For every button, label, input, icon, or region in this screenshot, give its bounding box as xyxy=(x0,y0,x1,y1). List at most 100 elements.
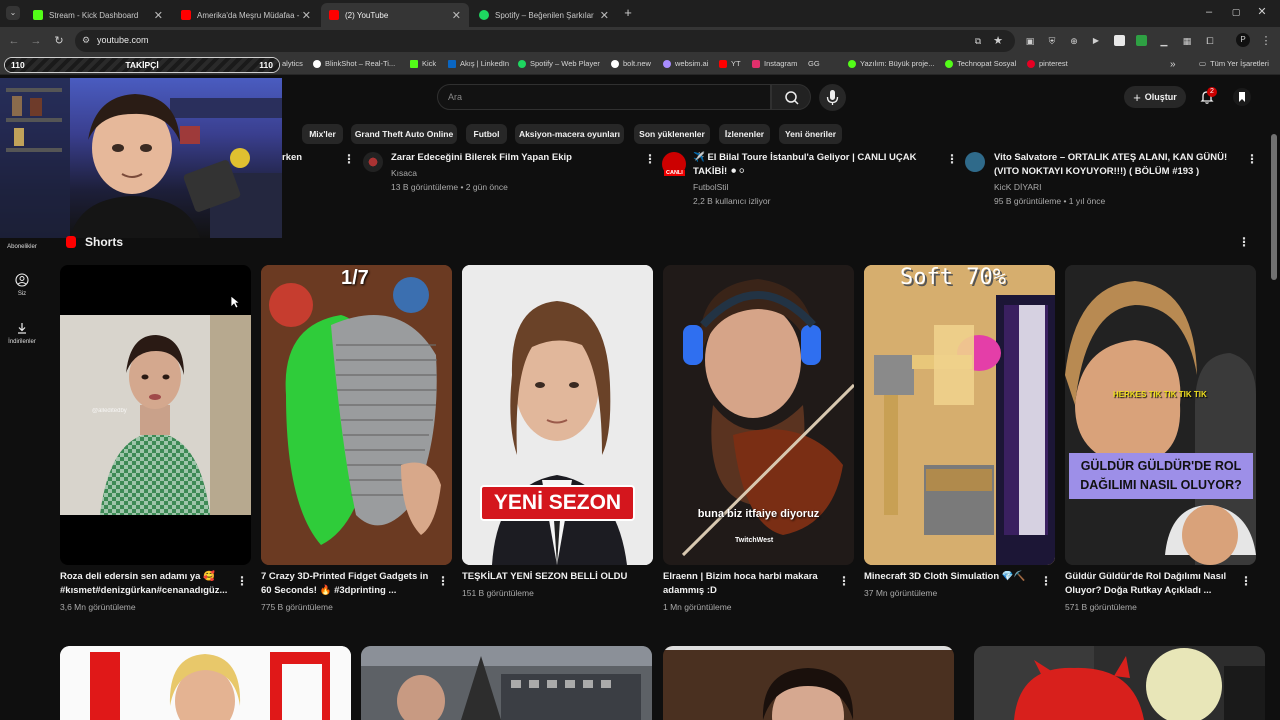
shield-icon[interactable]: ⛨ xyxy=(1046,34,1058,48)
chip-futbol[interactable]: Futbol xyxy=(466,124,507,144)
tab-kick-dashboard[interactable]: Stream - Kick Dashboard ✕ xyxy=(25,3,171,27)
video-thumbnail[interactable] xyxy=(361,646,652,720)
bookmark-bolt[interactable]: bolt.new xyxy=(611,59,651,68)
short-thumbnail[interactable]: 1/7 xyxy=(261,265,452,565)
create-button[interactable]: + Oluştur xyxy=(1124,86,1186,108)
video-thumbnail[interactable] xyxy=(974,646,1265,720)
bookmark-kick[interactable]: Kick xyxy=(410,59,436,68)
short-title[interactable]: Elraenn | Bizim hoca harbi makara adammı… xyxy=(663,570,833,598)
chip-gta-online[interactable]: Grand Theft Auto Online xyxy=(351,124,457,144)
video-thumbnail[interactable] xyxy=(60,646,351,720)
extension-icon[interactable]: ▣ xyxy=(1024,34,1036,48)
profile-icon[interactable]: P xyxy=(1236,33,1250,47)
chip-new-to-you[interactable]: Yeni öneriler xyxy=(779,124,842,144)
close-icon[interactable]: ✕ xyxy=(154,9,163,22)
sidebar-item-subscriptions[interactable]: Abonelikler xyxy=(0,238,44,250)
bookmark-websim[interactable]: websim.ai xyxy=(663,59,708,68)
avatar[interactable] xyxy=(1233,88,1251,106)
channel-avatar[interactable] xyxy=(965,152,985,172)
page-scrollbar[interactable] xyxy=(1271,134,1277,280)
short-thumbnail[interactable]: buna biz itfaiye diyoruz TwitchWest xyxy=(663,265,854,565)
channel-avatar[interactable] xyxy=(363,152,383,172)
bookmark-yazilim[interactable]: Yazılım: Büyük proje... xyxy=(848,59,934,68)
bookmark-gg[interactable]: GG xyxy=(808,59,820,68)
plus-icon[interactable]: + xyxy=(621,6,635,20)
video-title[interactable]: rken xyxy=(282,151,302,165)
short-title[interactable]: Güldür Güldür'de Rol Dağılımı Nasıl Oluy… xyxy=(1065,570,1235,598)
bookmark-linkedin[interactable]: Akış | LinkedIn xyxy=(448,59,509,68)
more-options-icon[interactable]: ⋮ xyxy=(838,575,850,587)
bookmark-yt[interactable]: YT xyxy=(719,59,741,68)
chip-partial[interactable]: rken xyxy=(262,124,288,144)
bookmark-pinterest[interactable]: pinterest xyxy=(1027,59,1068,68)
video-thumbnail[interactable] xyxy=(663,646,954,720)
extension-icon[interactable]: ⊕ xyxy=(1068,34,1080,48)
channel-name[interactable]: KicK DİYARI xyxy=(994,180,1042,194)
mouse-cursor-icon xyxy=(230,295,240,309)
bookmark-spotify[interactable]: Spotify – Web Player xyxy=(518,59,600,68)
search-input[interactable]: Ara xyxy=(437,84,771,110)
video-title[interactable]: ✈️ El Bilal Toure İstanbul'a Geliyor | C… xyxy=(693,151,933,179)
voice-search-button[interactable] xyxy=(819,84,846,111)
close-window-icon[interactable]: ✕ xyxy=(1255,5,1269,19)
bookmark-technopat[interactable]: Technopat Sosyal xyxy=(945,59,1016,68)
install-icon[interactable]: ⧉ xyxy=(972,34,984,48)
short-title[interactable]: Minecraft 3D Cloth Simulation 💎⛏️ xyxy=(864,570,1039,584)
puzzle-icon[interactable]: ⧠ xyxy=(1204,34,1216,48)
channel-name[interactable]: FutbolStil xyxy=(693,180,728,194)
chip-watched[interactable]: İzlenenler xyxy=(719,124,770,144)
extension-icon[interactable] xyxy=(1136,35,1147,46)
video-title[interactable]: Zarar Edeceğini Bilerek Film Yapan Ekip xyxy=(391,151,641,165)
short-thumbnail[interactable]: Soft 70% xyxy=(864,265,1055,565)
bookmarks-overflow-icon[interactable]: » xyxy=(1170,59,1176,70)
more-options-icon[interactable]: ⋮ xyxy=(343,153,355,165)
search-button[interactable] xyxy=(771,84,811,110)
more-options-icon[interactable]: ⋮ xyxy=(644,153,656,165)
tab-youtube-home[interactable]: (2) YouTube ✕ xyxy=(321,3,469,27)
extension-icon[interactable] xyxy=(1114,35,1125,46)
sidebar-item-downloads[interactable]: İndirilenler xyxy=(0,321,44,345)
chip-mixes[interactable]: Mix'ler xyxy=(302,124,343,144)
short-thumbnail[interactable]: @alleditedby xyxy=(60,265,251,565)
more-options-icon[interactable]: ⋮ xyxy=(1246,153,1258,165)
more-options-icon[interactable]: ⋮ xyxy=(1040,575,1052,587)
close-icon[interactable]: ✕ xyxy=(452,9,461,22)
video-title[interactable]: Vito Salvatore – ORTALIK ATEŞ ALANI, KAN… xyxy=(994,151,1234,179)
channel-name[interactable]: Kısaca xyxy=(391,166,417,180)
notifications-button[interactable]: 2 xyxy=(1198,87,1217,106)
reload-icon[interactable]: ↻ xyxy=(52,34,66,48)
close-icon[interactable]: ✕ xyxy=(302,9,311,22)
short-thumbnail[interactable]: YENİ SEZON xyxy=(462,265,653,565)
short-title[interactable]: 7 Crazy 3D-Printed Fidget Gadgets in 60 … xyxy=(261,570,436,598)
play-icon[interactable]: ▶ xyxy=(1090,34,1102,48)
site-info-icon[interactable]: ⚙ xyxy=(82,35,90,46)
short-title[interactable]: TEŞKİLAT YENİ SEZON BELLİ OLDU xyxy=(462,570,637,584)
chip-action-adventure[interactable]: Aksiyon-macera oyunları xyxy=(515,124,624,144)
close-icon[interactable]: ✕ xyxy=(600,9,609,22)
minimize-icon[interactable]: – xyxy=(1202,5,1216,19)
chip-recently-uploaded[interactable]: Son yüklenenler xyxy=(634,124,710,144)
extension-icon[interactable]: ▦ xyxy=(1181,34,1193,48)
sidebar-item-you[interactable]: Siz xyxy=(0,273,44,297)
more-options-icon[interactable]: ⋮ xyxy=(946,153,958,165)
all-bookmarks[interactable]: ▭ Tüm Yer İşaretleri xyxy=(1199,59,1269,68)
short-thumbnail[interactable]: HERKES TIK TIK TIK TIK GÜLDÜR GÜLDÜR'DE … xyxy=(1065,265,1256,565)
more-options-icon[interactable]: ⋮ xyxy=(236,575,248,587)
more-options-icon[interactable]: ⋮ xyxy=(437,575,449,587)
forward-icon[interactable]: → xyxy=(29,34,43,48)
url-bar[interactable]: ⚙ youtube.com xyxy=(75,30,1015,52)
more-options-icon[interactable]: ⋮ xyxy=(1240,575,1252,587)
bookmark-analytics[interactable]: alytics xyxy=(282,59,303,68)
tab-spotify[interactable]: Spotify – Beğenilen Şarkılar ✕ xyxy=(471,3,617,27)
tab-youtube-video[interactable]: Amerika'da Meşru Müdafaa - Y ✕ xyxy=(173,3,319,27)
bookmark-instagram[interactable]: Instagram xyxy=(752,59,797,68)
more-options-icon[interactable]: ⋮ xyxy=(1238,236,1250,248)
star-icon[interactable]: ★ xyxy=(992,34,1004,48)
back-icon[interactable]: ← xyxy=(7,34,21,48)
bookmark-blinkshot[interactable]: BlinkShot – Real-Ti... xyxy=(313,59,395,68)
tab-search-icon[interactable]: ⌄ xyxy=(6,6,20,20)
menu-dots-icon[interactable]: ⋮ xyxy=(1260,34,1272,48)
short-title[interactable]: Roza deli edersin sen adamı ya 🥰 #kısmet… xyxy=(60,570,235,598)
extension-icon[interactable]: ▁ xyxy=(1158,34,1170,48)
maximize-icon[interactable]: ▢ xyxy=(1229,5,1243,19)
